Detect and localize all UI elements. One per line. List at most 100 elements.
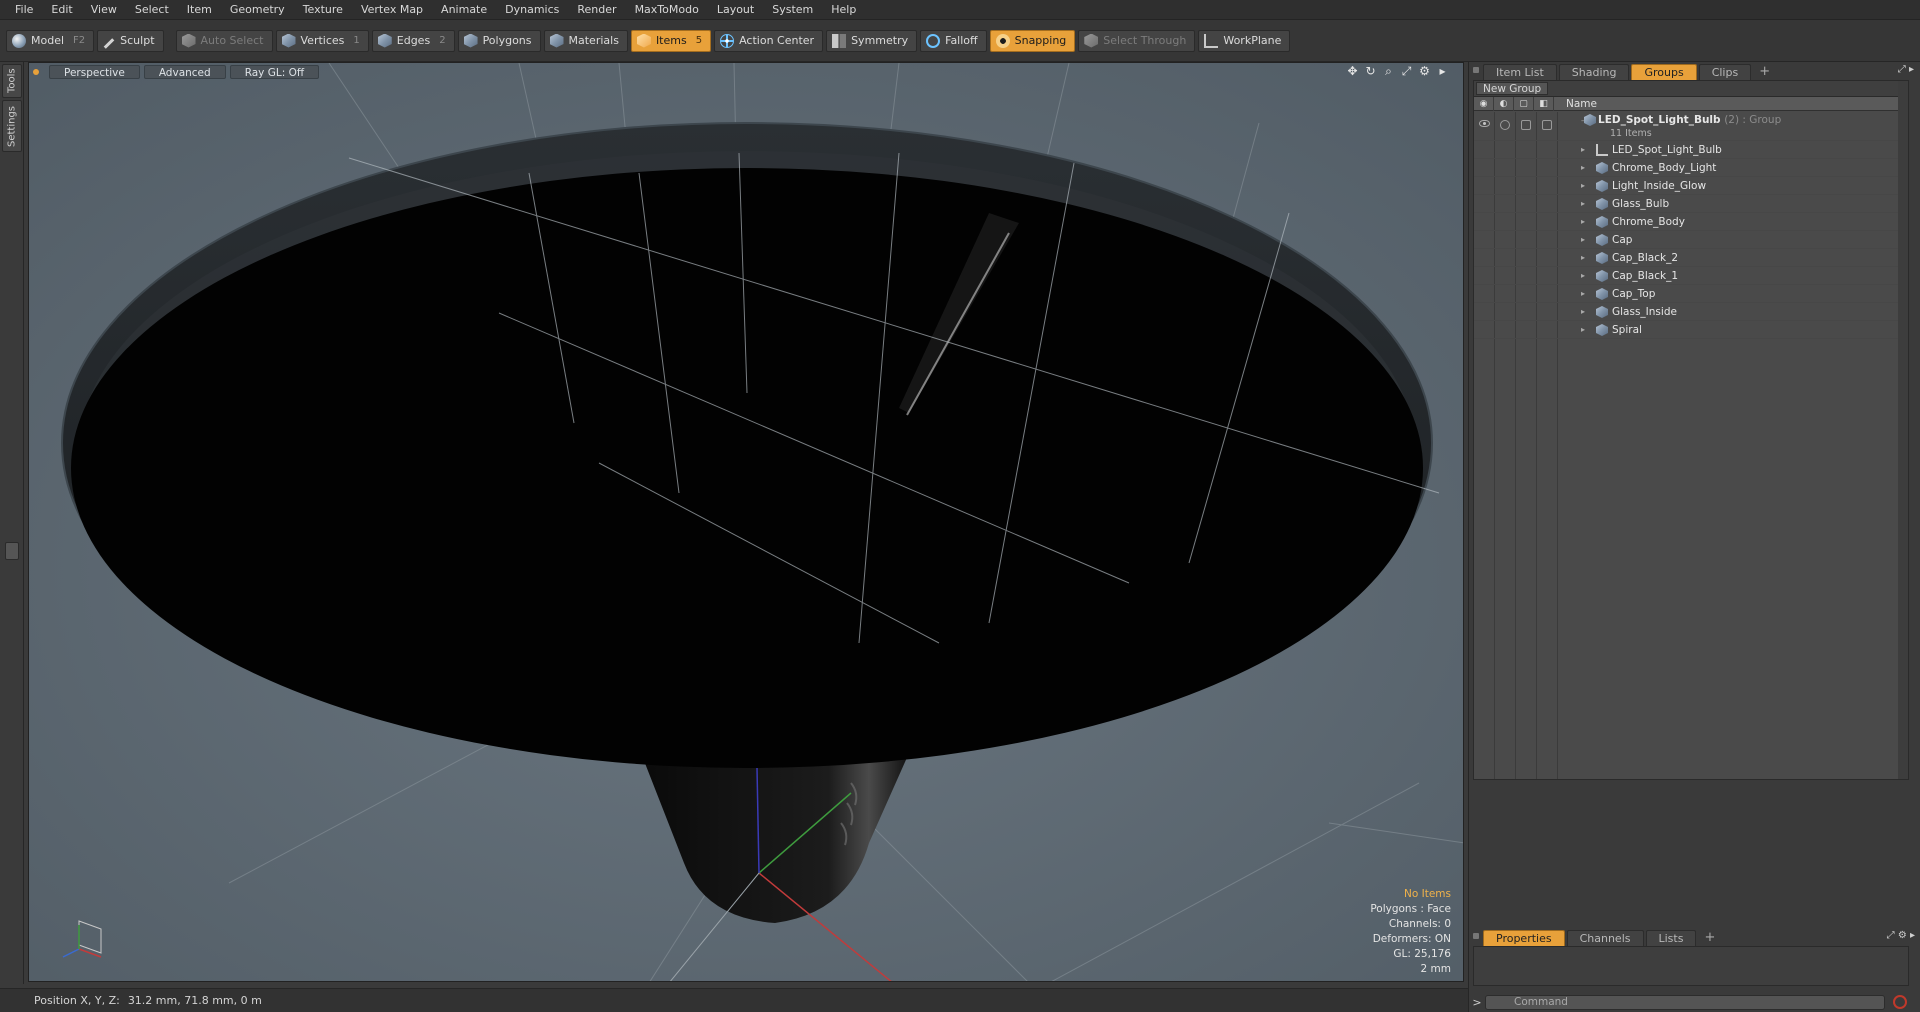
falloff-icon: [926, 33, 941, 48]
group-item-row[interactable]: ▸ Spiral: [1474, 321, 1908, 339]
menu-animate[interactable]: Animate: [432, 0, 496, 20]
auto-select-button[interactable]: Auto Select: [175, 29, 273, 52]
sculpt-mode-button[interactable]: Sculpt: [97, 29, 164, 52]
menu-geometry[interactable]: Geometry: [221, 0, 294, 20]
menu-dynamics[interactable]: Dynamics: [496, 0, 568, 20]
menu-layout[interactable]: Layout: [708, 0, 763, 20]
panel-menu-dot[interactable]: [1473, 933, 1479, 939]
auto-select-icon: [181, 33, 196, 48]
add-tab-icon[interactable]: +: [1698, 930, 1721, 946]
snapping-button[interactable]: Snapping: [989, 29, 1076, 52]
add-tab-icon[interactable]: +: [1753, 64, 1776, 80]
shading-mode-button[interactable]: Advanced: [143, 64, 226, 79]
tab-clips[interactable]: Clips: [1698, 64, 1752, 80]
panel-menu-dot[interactable]: [1473, 67, 1479, 73]
edges-button[interactable]: Edges 2: [371, 29, 455, 52]
menu-select[interactable]: Select: [126, 0, 178, 20]
maximize-icon[interactable]: ⤢: [1400, 65, 1413, 78]
groups-column-header: ◉ ◐ ▢ ◧ Name: [1474, 96, 1908, 111]
expand-icon[interactable]: ▸: [1581, 289, 1589, 298]
render-toggle-icon[interactable]: [1500, 120, 1510, 130]
select-column-icon[interactable]: ◧: [1534, 96, 1554, 111]
lock-toggle-icon[interactable]: [1521, 120, 1531, 130]
expand-icon[interactable]: ▸: [1581, 181, 1589, 190]
polygons-button[interactable]: Polygons: [457, 29, 541, 52]
expand-panel-icon[interactable]: ⤢ ▸: [1898, 64, 1914, 75]
expand-icon[interactable]: ▸: [1581, 217, 1589, 226]
panel-collapse-handle[interactable]: [5, 542, 19, 560]
visibility-column-icon[interactable]: ◉: [1474, 96, 1494, 111]
play-arrow-icon[interactable]: ▸: [1436, 65, 1449, 78]
select-toggle-icon[interactable]: [1542, 120, 1552, 130]
tab-shading[interactable]: Shading: [1558, 64, 1630, 80]
new-group-button[interactable]: New Group: [1476, 82, 1549, 95]
expand-icon[interactable]: ▸: [1581, 235, 1589, 244]
tools-tab[interactable]: Tools: [2, 64, 22, 98]
record-icon[interactable]: [1893, 995, 1907, 1009]
expand-icon[interactable]: ▸: [1581, 325, 1589, 334]
mesh-icon: [1596, 324, 1608, 336]
gl-status: GL: 25,176: [1393, 948, 1451, 960]
settings-tab[interactable]: Settings: [2, 100, 22, 152]
tab-item-list[interactable]: Item List: [1483, 64, 1557, 80]
group-item-row[interactable]: ▸ LED_Spot_Light_Bulb: [1474, 141, 1908, 159]
materials-button[interactable]: Materials: [543, 29, 628, 52]
expand-icon[interactable]: ▸: [1581, 199, 1589, 208]
group-item-row[interactable]: ▸ Light_Inside_Glow: [1474, 177, 1908, 195]
symmetry-button[interactable]: Symmetry: [826, 29, 918, 52]
viewport-menu-dot[interactable]: [33, 68, 39, 75]
tab-channels[interactable]: Channels: [1566, 930, 1644, 946]
expand-icon[interactable]: ▸: [1581, 271, 1589, 280]
model-mode-button[interactable]: Model F2: [6, 29, 95, 52]
vertices-button[interactable]: Vertices 1: [275, 29, 369, 52]
lock-column-icon[interactable]: ▢: [1514, 96, 1534, 111]
falloff-button[interactable]: Falloff: [920, 29, 987, 52]
gear-icon[interactable]: ⤢ ⚙ ▸: [1887, 930, 1915, 941]
action-center-button[interactable]: Action Center: [714, 29, 824, 52]
expand-icon[interactable]: ▸: [1581, 163, 1589, 172]
rotate-icon[interactable]: ↻: [1364, 65, 1377, 78]
menu-render[interactable]: Render: [568, 0, 625, 20]
select-through-button[interactable]: Select Through: [1078, 29, 1196, 52]
group-item-row[interactable]: ▸ Cap_Black_1: [1474, 267, 1908, 285]
gear-icon[interactable]: ⚙: [1418, 65, 1431, 78]
raygl-toggle[interactable]: Ray GL: Off: [229, 64, 320, 79]
menu-texture[interactable]: Texture: [294, 0, 352, 20]
items-button[interactable]: Items 5: [630, 29, 712, 52]
menu-edit[interactable]: Edit: [42, 0, 81, 20]
workplane-button[interactable]: WorkPlane: [1198, 29, 1291, 52]
group-row-root[interactable]: — LED_Spot_Light_Bulb (2) : Group 11 Ite…: [1474, 111, 1908, 141]
groups-scrollbar[interactable]: [1898, 81, 1908, 779]
menu-maxtomodo[interactable]: MaxToModo: [626, 0, 708, 20]
eye-icon[interactable]: [1479, 120, 1490, 127]
3d-viewport[interactable]: Perspective Advanced Ray GL: Off ✥ ↻ ⌕ ⤢…: [28, 62, 1464, 982]
group-item-row[interactable]: ▸ Cap_Black_2: [1474, 249, 1908, 267]
mesh-icon: [1596, 252, 1608, 264]
menu-system[interactable]: System: [763, 0, 822, 20]
tab-lists[interactable]: Lists: [1645, 930, 1697, 946]
command-input[interactable]: [1485, 994, 1885, 1010]
tab-properties[interactable]: Properties: [1483, 930, 1565, 946]
group-item-row[interactable]: ▸ Cap_Top: [1474, 285, 1908, 303]
expand-icon[interactable]: ▸: [1581, 145, 1589, 154]
move-icon[interactable]: ✥: [1346, 65, 1359, 78]
menu-help[interactable]: Help: [822, 0, 865, 20]
group-item-row[interactable]: ▸ Glass_Bulb: [1474, 195, 1908, 213]
menu-view[interactable]: View: [82, 0, 126, 20]
zoom-icon[interactable]: ⌕: [1382, 65, 1395, 78]
menu-item[interactable]: Item: [178, 0, 221, 20]
render-column-icon[interactable]: ◐: [1494, 96, 1514, 111]
main-toolbar: Model F2 Sculpt Auto Select Vertices 1 Edg…: [0, 20, 1920, 62]
expand-icon[interactable]: ▸: [1581, 253, 1589, 262]
tab-groups[interactable]: Groups: [1631, 64, 1697, 80]
group-item-row[interactable]: ▸ Chrome_Body_Light: [1474, 159, 1908, 177]
menu-file[interactable]: File: [6, 0, 42, 20]
group-item-row[interactable]: ▸ Cap: [1474, 231, 1908, 249]
view-mode-button[interactable]: Perspective: [49, 64, 140, 79]
model-label: Model: [31, 34, 65, 47]
group-item-row[interactable]: ▸ Chrome_Body: [1474, 213, 1908, 231]
group-item-row[interactable]: ▸ Glass_Inside: [1474, 303, 1908, 321]
menu-vertex-map[interactable]: Vertex Map: [352, 0, 432, 20]
name-column-header[interactable]: Name: [1554, 98, 1597, 110]
expand-icon[interactable]: ▸: [1581, 307, 1589, 316]
